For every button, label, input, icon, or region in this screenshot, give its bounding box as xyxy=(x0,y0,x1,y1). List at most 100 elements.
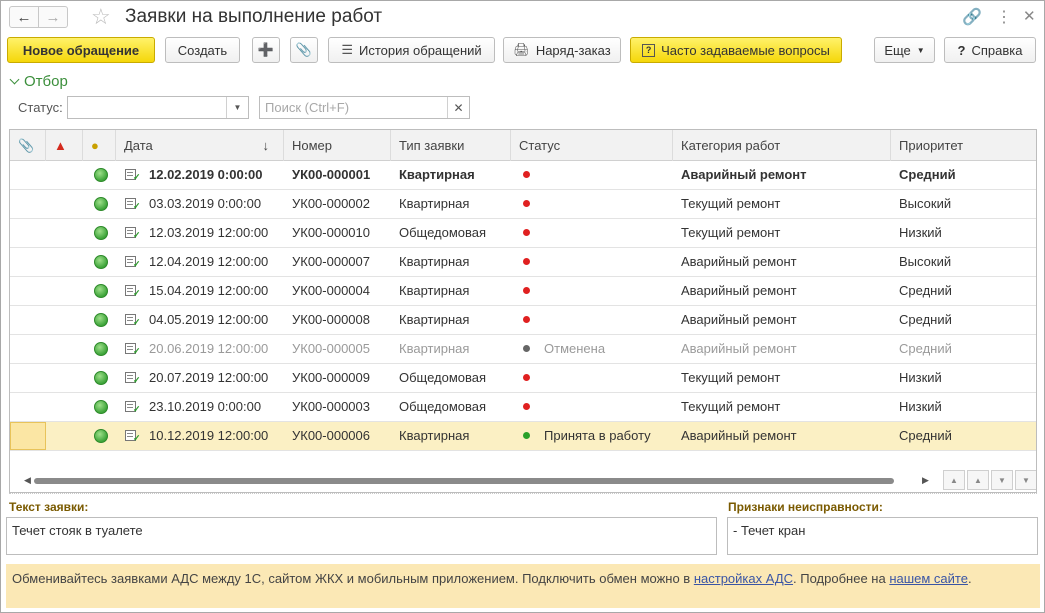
history-button-label: История обращений xyxy=(359,42,482,58)
column-type[interactable]: Тип заявки xyxy=(391,130,511,161)
document-posted-icon: ✓ xyxy=(125,285,141,298)
arrow-left-icon: ← xyxy=(16,8,32,26)
copy-document-button[interactable]: ➕ xyxy=(252,37,280,63)
filter-toggle[interactable]: Отбор xyxy=(9,73,68,90)
work-order-label: Наряд-заказ xyxy=(535,42,611,58)
cell-number: УК00-000010 xyxy=(292,225,370,240)
chevron-down-icon xyxy=(9,74,20,85)
forward-button[interactable]: → xyxy=(38,6,68,28)
cell-priority: Высокий xyxy=(899,254,952,269)
cell-status xyxy=(515,393,673,421)
separator xyxy=(9,493,1037,494)
history-button[interactable]: ☰ История обращений xyxy=(328,37,495,63)
scroll-bottom-button[interactable]: ▼ xyxy=(1015,470,1036,490)
ads-settings-link[interactable]: настройках АДС xyxy=(694,571,793,586)
help-button[interactable]: ? Справка xyxy=(944,37,1036,63)
cell-date: 12.04.2019 12:00:00 xyxy=(149,254,269,269)
help-icon: ? xyxy=(957,42,966,58)
status-light-icon xyxy=(94,429,108,443)
cell-date: 04.05.2019 12:00:00 xyxy=(149,312,269,327)
search-input[interactable] xyxy=(260,97,445,118)
window-title: Заявки на выполнение работ xyxy=(125,6,383,27)
attach-button[interactable]: 📎 xyxy=(290,37,318,63)
table-row[interactable]: ✓ 15.04.2019 12:00:00 УК00-000004 Квартирна… xyxy=(10,277,1036,306)
scroll-down-button[interactable]: ▼ xyxy=(991,470,1013,490)
status-light-icon xyxy=(94,197,108,211)
requests-table: 📎 ▲ ● Дата ↓ Номер Тип заявки Статус Кате… xyxy=(9,129,1037,493)
table-row[interactable]: ✓ 12.04.2019 12:00:00 УК00-000007 Квартирна… xyxy=(10,248,1036,277)
document-posted-icon: ✓ xyxy=(125,343,141,356)
cell-date: 12.03.2019 12:00:00 xyxy=(149,225,269,240)
cell-priority: Средний xyxy=(899,341,952,356)
column-state[interactable]: ● xyxy=(83,130,116,161)
scroll-right-icon[interactable]: ▶ xyxy=(922,475,929,486)
status-select[interactable]: ▼ xyxy=(67,96,249,119)
more-button[interactable]: Еще ▼ xyxy=(874,37,935,63)
scroll-top-button[interactable]: ▲ xyxy=(943,470,965,490)
status-dropdown-button[interactable]: ▼ xyxy=(226,97,248,118)
cell-type: Квартирная xyxy=(399,428,470,443)
our-site-link[interactable]: нашем сайте xyxy=(889,571,968,586)
table-row[interactable]: ✓ 12.03.2019 12:00:00 УК00-000010 Общедомов… xyxy=(10,219,1036,248)
table-row[interactable]: ✓ 10.12.2019 12:00:00 УК00-000006 Квартирна… xyxy=(10,422,1036,451)
cell-date: 23.10.2019 0:00:00 xyxy=(149,399,262,414)
dropdown-arrow-icon: ▼ xyxy=(916,45,925,55)
document-posted-icon: ✓ xyxy=(125,401,141,414)
new-request-button[interactable]: Новое обращение xyxy=(7,37,155,63)
work-order-button[interactable]: 🖨 Наряд-заказ xyxy=(503,37,621,63)
toolbar: Новое обращение Создать ➕ 📎 ☰ История обр… xyxy=(1,37,1044,64)
table-row[interactable]: ✓ 20.06.2019 12:00:00 УК00-000005 Квартирна… xyxy=(10,335,1036,364)
cell-number: УК00-000005 xyxy=(292,341,370,356)
warning-icon: ▲ xyxy=(54,138,67,153)
cell-status xyxy=(515,161,673,189)
cell-number: УК00-000008 xyxy=(292,312,370,327)
table-row[interactable]: ✓ 04.05.2019 12:00:00 УК00-000008 Квартирна… xyxy=(10,306,1036,335)
question-icon: ? xyxy=(642,43,656,57)
back-button[interactable]: ← xyxy=(9,6,39,28)
column-date[interactable]: Дата ↓ xyxy=(116,130,284,161)
cell-priority: Низкий xyxy=(899,225,942,240)
add-document-icon: ➕ xyxy=(257,42,275,57)
table-row[interactable]: ✓ 12.02.2019 0:00:00 УК00-000001 Квартирная… xyxy=(10,161,1036,190)
scroll-up-button[interactable]: ▲ xyxy=(967,470,989,490)
status-dot-icon xyxy=(523,287,530,295)
scroll-left-icon[interactable]: ◀ xyxy=(24,475,31,486)
column-status[interactable]: Статус xyxy=(511,130,673,161)
cell-category: Аварийный ремонт xyxy=(681,167,807,182)
table-row[interactable]: ✓ 20.07.2019 12:00:00 УК00-000009 Общедомов… xyxy=(10,364,1036,393)
status-dot-icon xyxy=(523,374,530,382)
cell-status xyxy=(515,190,673,218)
cell-type: Квартирная xyxy=(399,167,475,182)
horizontal-scrollbar[interactable]: ◀ ▶ xyxy=(24,475,934,486)
table-row[interactable]: ✓ 23.10.2019 0:00:00 УК00-000003 Общедомова… xyxy=(10,393,1036,422)
more-vertical-icon[interactable]: ⋮ xyxy=(996,7,1012,27)
fault-signs-field[interactable]: - Течет кран xyxy=(727,517,1038,555)
column-priority[interactable]: Приоритет xyxy=(891,130,1036,161)
column-attachment[interactable]: 📎 xyxy=(10,130,46,161)
table-row[interactable]: ✓ 03.03.2019 0:00:00 УК00-000002 Квартирная… xyxy=(10,190,1036,219)
close-icon[interactable]: ✕ xyxy=(1023,7,1036,25)
cell-category: Текущий ремонт xyxy=(681,225,781,240)
create-button[interactable]: Создать xyxy=(165,37,240,63)
status-dot-icon xyxy=(523,229,530,237)
clear-search-button[interactable]: ✕ xyxy=(447,97,469,118)
coins-icon: ● xyxy=(91,138,99,153)
faq-button[interactable]: ? Часто задаваемые вопросы xyxy=(630,37,842,63)
column-number[interactable]: Номер xyxy=(284,130,391,161)
cell-number: УК00-000007 xyxy=(292,254,370,269)
scrollbar-thumb[interactable] xyxy=(34,478,894,484)
request-text-field[interactable]: Течет стояк в туалете xyxy=(6,517,717,555)
favorite-star-icon[interactable]: ☆ xyxy=(91,4,111,30)
cell-category: Аварийный ремонт xyxy=(681,341,797,356)
current-cell[interactable] xyxy=(10,422,46,450)
link-icon[interactable]: 🔗 xyxy=(962,7,982,27)
dropdown-arrow-icon: ▼ xyxy=(233,103,242,112)
cell-number: УК00-000001 xyxy=(292,167,371,182)
document-posted-icon: ✓ xyxy=(125,314,141,327)
cell-priority: Средний xyxy=(899,283,952,298)
status-dot-icon xyxy=(523,171,530,179)
status-dot-icon xyxy=(523,403,530,411)
document-posted-icon: ✓ xyxy=(125,256,141,269)
column-category[interactable]: Категория работ xyxy=(673,130,891,161)
column-warning[interactable]: ▲ xyxy=(46,130,83,161)
